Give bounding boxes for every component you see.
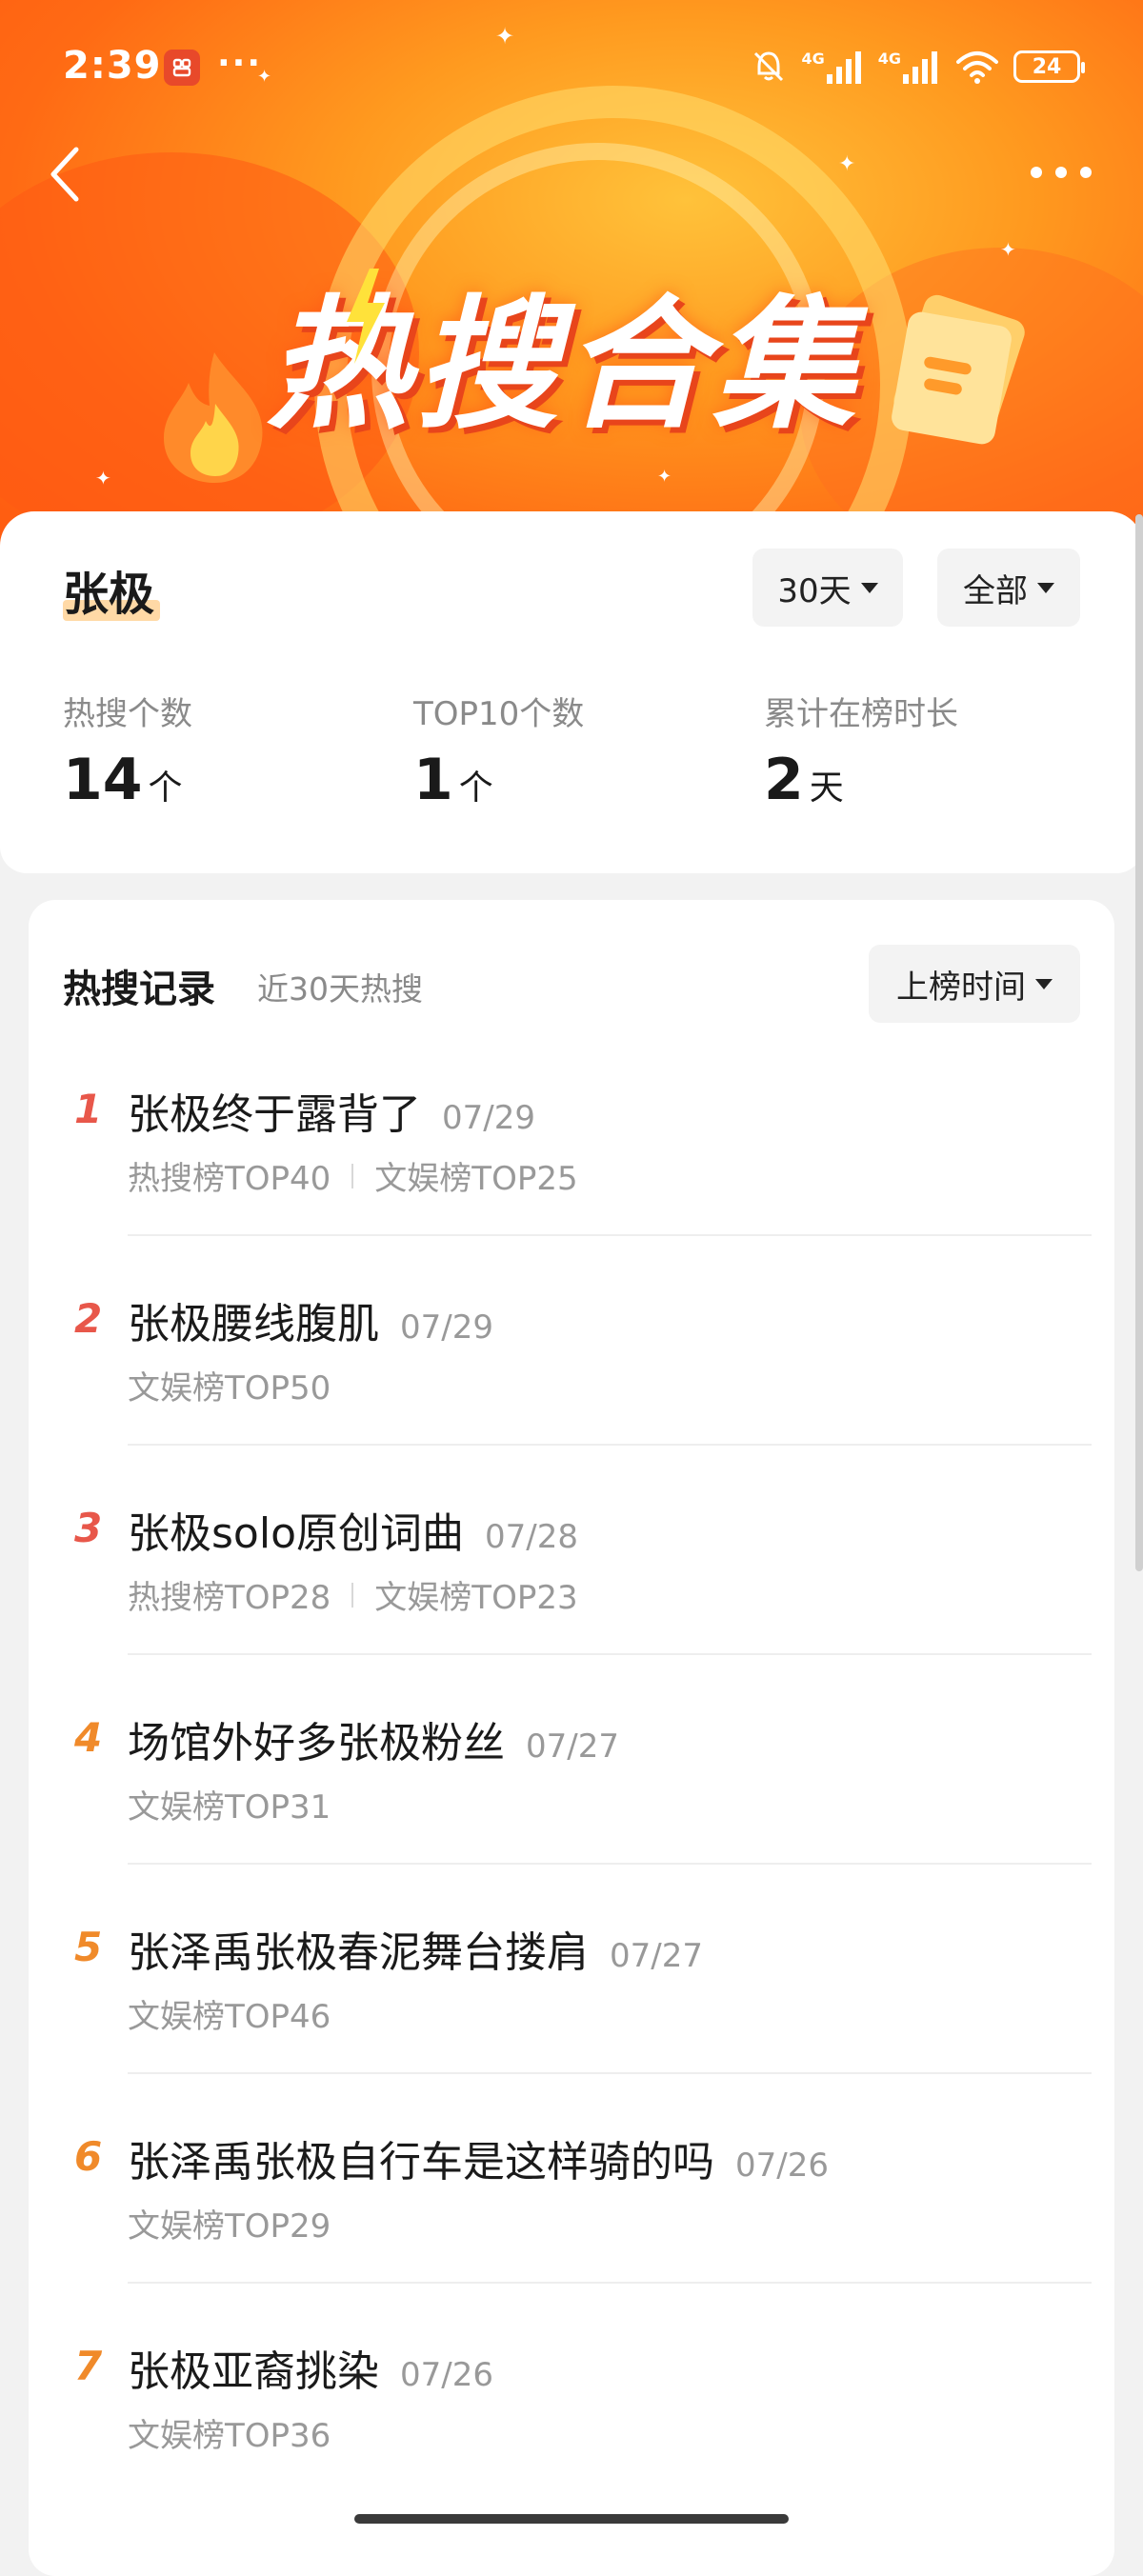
records-title: 热搜记录 <box>63 968 215 1011</box>
topic-date: 07/28 <box>485 1518 578 1556</box>
list-item[interactable]: 4 场馆外好多张极粉丝 07/27 文娱榜TOP31 <box>63 1714 1092 1924</box>
stat-value-hot-count: 14 个 <box>63 747 183 813</box>
caret-down-icon <box>860 582 878 593</box>
stat-label-duration: 累计在榜时长 <box>764 695 958 733</box>
list-item[interactable]: 2 张极腰线腹肌 07/29 文娱榜TOP50 <box>63 1295 1092 1505</box>
topic-tags: 文娱榜TOP50 <box>128 1369 331 1408</box>
topic-date: 07/29 <box>442 1099 535 1137</box>
time-range-dropdown[interactable]: 30天 <box>752 549 903 627</box>
rank-number: 5 <box>74 1924 103 1970</box>
topic-title: 张极腰线腹肌 07/29 <box>128 1300 493 1348</box>
topic-date: 07/26 <box>735 2147 829 2185</box>
topic-title: 场馆外好多张极粉丝 07/27 <box>128 1719 619 1767</box>
scrollbar[interactable] <box>1135 514 1143 1571</box>
sparkle-icon: ✦ <box>1000 238 1016 261</box>
more-options-button[interactable] <box>1023 149 1099 196</box>
sparkle-icon: ✦ <box>95 467 111 489</box>
tag-divider <box>351 1163 354 1188</box>
fire-icon <box>143 345 286 491</box>
rank-number: 4 <box>74 1714 103 1761</box>
category-label: 全部 <box>963 571 1028 610</box>
topic-title: 张泽禹张极春泥舞台搂肩 07/27 <box>128 1928 703 1977</box>
stat-label-hot-count: 热搜个数 <box>63 695 192 733</box>
home-indicator[interactable] <box>354 2514 789 2524</box>
topic-title: 张泽禹张极自行车是这样骑的吗 07/26 <box>128 2138 829 2187</box>
back-button[interactable] <box>36 141 93 208</box>
more-dots-icon <box>1031 167 1092 178</box>
topic-tags: 文娱榜TOP31 <box>128 1788 331 1827</box>
list-item[interactable]: 1 张极终于露背了 07/29 热搜榜TOP40 文娱榜TOP25 <box>63 1086 1092 1295</box>
topic-tags: 热搜榜TOP28 文娱榜TOP23 <box>128 1579 578 1617</box>
list-item[interactable]: 5 张泽禹张极春泥舞台搂肩 07/27 文娱榜TOP46 <box>63 1924 1092 2133</box>
lightning-icon <box>341 269 389 368</box>
more-notifications-icon: ··· <box>217 44 263 83</box>
divider <box>128 1653 1092 1655</box>
records-subtitle: 近30天热搜 <box>257 970 423 1008</box>
divider <box>128 2282 1092 2284</box>
stat-value-duration: 2天 <box>764 747 844 813</box>
topic-date: 07/27 <box>526 1727 619 1766</box>
tag-divider <box>351 1582 354 1608</box>
signal-icon: 4G <box>878 50 941 84</box>
topic-date: 07/26 <box>400 2356 493 2394</box>
person-name: 张极 <box>63 568 155 621</box>
status-bar: 2:39 ··· 4G 4G 24 <box>0 0 1143 133</box>
chevron-left-icon <box>50 147 79 202</box>
mute-bell-icon <box>754 51 784 82</box>
signal-icon: 4G <box>801 50 864 84</box>
rank-number: 6 <box>74 2133 103 2180</box>
sparkle-icon: ✦ <box>657 467 672 487</box>
topic-title: 张极终于露背了 07/29 <box>128 1090 535 1139</box>
rank-number: 1 <box>74 1086 103 1132</box>
status-time: 2:39 <box>63 44 162 88</box>
divider <box>128 1444 1092 1446</box>
list-item[interactable]: 3 张极solo原创词曲 07/28 热搜榜TOP28 文娱榜TOP23 <box>63 1505 1092 1714</box>
divider <box>128 1234 1092 1236</box>
topic-tags: 文娱榜TOP36 <box>128 2417 331 2455</box>
topic-date: 07/29 <box>400 1308 493 1347</box>
sparkle-icon: ✦ <box>838 152 856 176</box>
folder-icon <box>886 286 1029 451</box>
stat-label-top10: TOP10个数 <box>413 695 585 733</box>
topic-tags: 文娱榜TOP29 <box>128 2207 331 2246</box>
rank-number: 2 <box>74 1295 103 1342</box>
topic-date: 07/27 <box>610 1937 703 1975</box>
divider <box>128 2072 1092 2074</box>
battery-icon: 24 <box>1013 50 1085 83</box>
caret-down-icon <box>1035 978 1053 989</box>
divider <box>128 1863 1092 1865</box>
topic-title: 张极solo原创词曲 07/28 <box>128 1509 578 1558</box>
topic-tags: 热搜榜TOP40 文娱榜TOP25 <box>128 1160 578 1198</box>
category-dropdown[interactable]: 全部 <box>937 549 1080 627</box>
stat-value-top10: 1个 <box>413 747 493 813</box>
caret-down-icon <box>1037 582 1054 593</box>
sort-label: 上榜时间 <box>896 968 1026 1007</box>
app-notification-icon <box>164 50 200 86</box>
status-icons: 4G 4G 24 <box>750 46 1085 88</box>
rank-number: 7 <box>74 2343 103 2389</box>
time-range-label: 30天 <box>777 571 852 610</box>
list-item[interactable]: 6 张泽禹张极自行车是这样骑的吗 07/26 文娱榜TOP29 <box>63 2133 1092 2343</box>
wifi-icon <box>956 51 998 84</box>
topic-title: 张极亚裔挑染 07/26 <box>128 2347 493 2396</box>
topic-tags: 文娱榜TOP46 <box>128 1998 331 2036</box>
rank-number: 3 <box>74 1505 103 1551</box>
sort-dropdown[interactable]: 上榜时间 <box>869 945 1080 1023</box>
